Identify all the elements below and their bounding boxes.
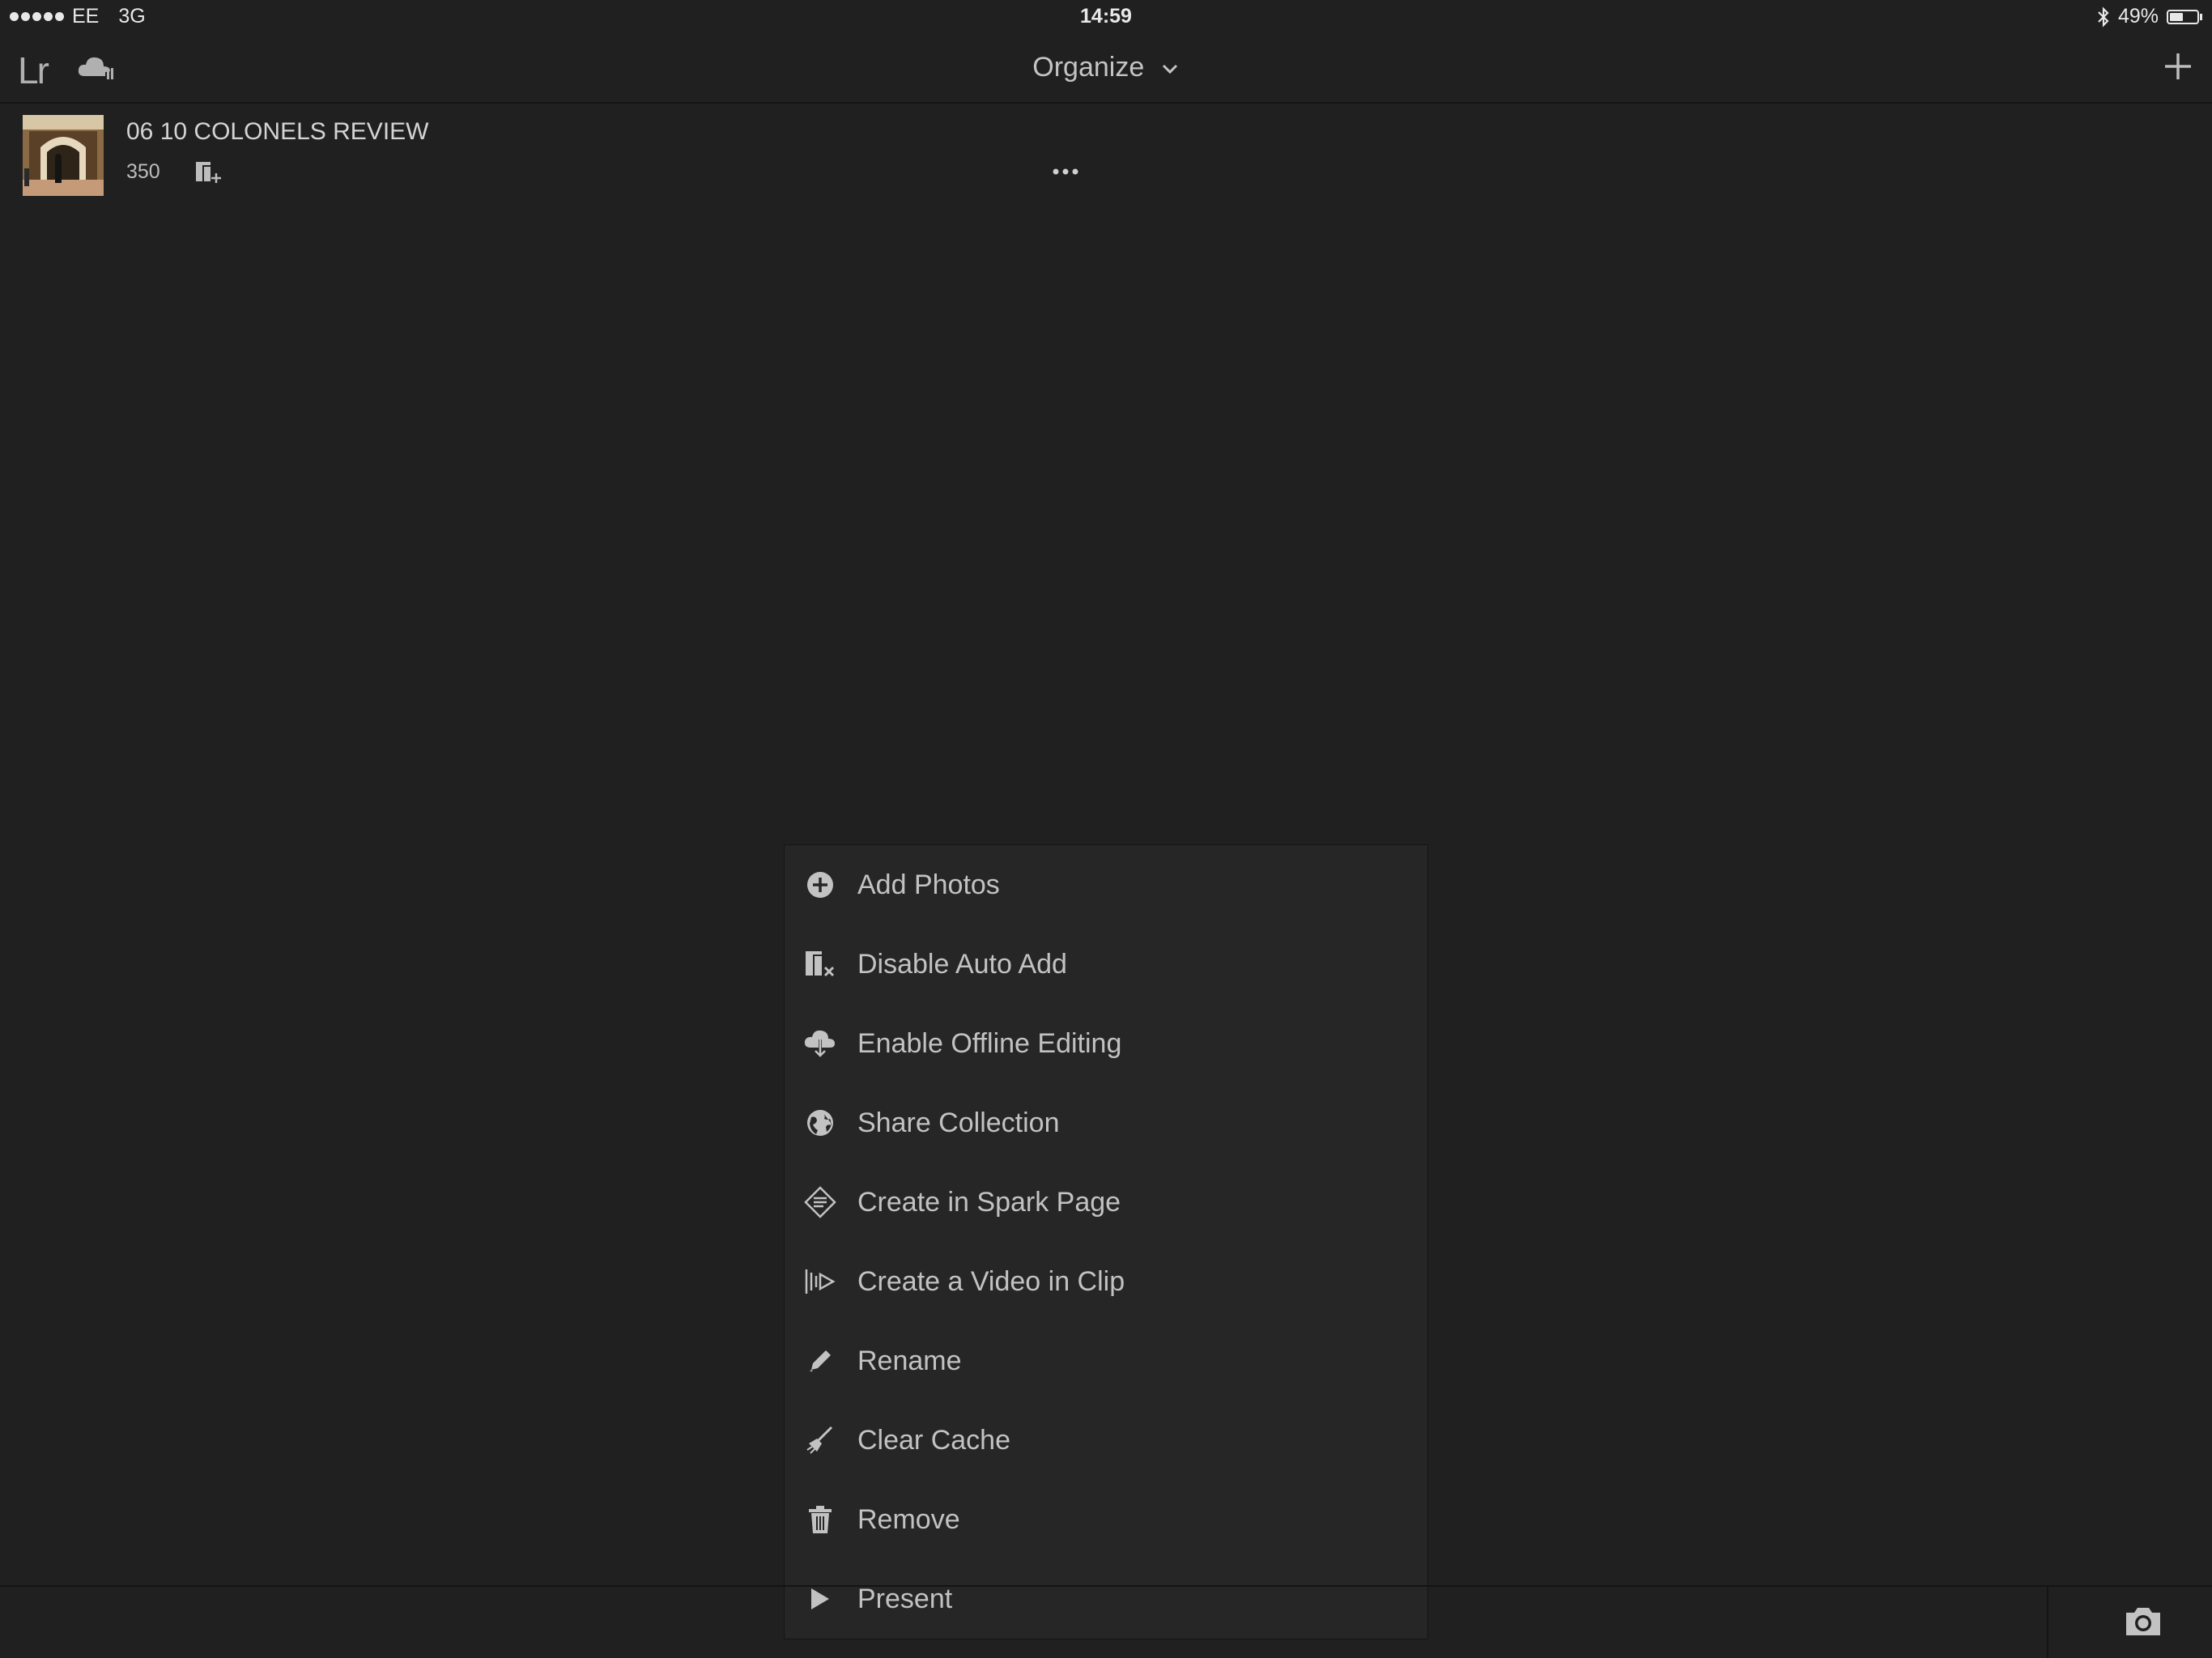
trash-icon: [804, 1503, 836, 1536]
menu-item-share-collection[interactable]: Share Collection: [785, 1083, 1427, 1163]
menu-item-create-video-clip[interactable]: Create a Video in Clip: [785, 1242, 1427, 1321]
collection-row[interactable]: 06 10 COLONELS REVIEW 350: [0, 104, 2212, 201]
pencil-icon: [804, 1345, 836, 1377]
status-bar: EE 3G 14:59 49%: [0, 0, 2212, 32]
bluetooth-icon: [2098, 6, 2109, 28]
battery-percent: 49%: [2117, 5, 2159, 28]
menu-item-disable-auto-add[interactable]: Disable Auto Add: [785, 925, 1427, 1004]
collection-context-menu: Add Photos Disable Auto Add Enable Offli…: [784, 844, 1428, 1639]
top-bar: Lr Organize: [0, 32, 2212, 104]
clip-video-icon: [804, 1265, 836, 1298]
menu-item-label: Share Collection: [857, 1107, 1060, 1138]
plus-icon[interactable]: [2162, 50, 2194, 83]
broom-icon: [804, 1424, 836, 1456]
collection-photo-count: 350: [126, 160, 160, 183]
spark-page-icon: [804, 1186, 836, 1218]
view-title: Organize: [1032, 52, 1145, 83]
battery-icon: [2167, 9, 2202, 24]
toolbar-divider: [2047, 1587, 2048, 1658]
disable-auto-add-icon: [804, 948, 836, 980]
menu-item-enable-offline-editing[interactable]: Enable Offline Editing: [785, 1004, 1427, 1083]
collection-name[interactable]: 06 10 COLONELS REVIEW: [126, 118, 428, 146]
status-time: 14:59: [1080, 5, 1132, 28]
menu-item-label: Rename: [857, 1345, 962, 1376]
chevron-down-icon: [1162, 64, 1177, 74]
add-circle-icon: [804, 869, 836, 901]
globe-icon: [804, 1107, 836, 1139]
menu-item-label: Clear Cache: [857, 1424, 1010, 1456]
app-screen: EE 3G 14:59 49% Lr Organize 06 10 COLONE…: [0, 0, 2212, 1658]
view-switcher[interactable]: Organize: [0, 52, 2212, 83]
menu-item-label: Disable Auto Add: [857, 948, 1067, 980]
menu-item-label: Create in Spark Page: [857, 1186, 1121, 1218]
menu-item-label: Create a Video in Clip: [857, 1265, 1125, 1297]
menu-item-remove[interactable]: Remove: [785, 1480, 1427, 1559]
menu-item-label: Add Photos: [857, 869, 1000, 900]
cloud-download-icon: [804, 1027, 836, 1060]
menu-item-create-spark-page[interactable]: Create in Spark Page: [785, 1163, 1427, 1242]
status-right: 49%: [2097, 5, 2202, 28]
menu-item-label: Enable Offline Editing: [857, 1027, 1122, 1059]
camera-icon[interactable]: [2123, 1605, 2163, 1639]
bottom-toolbar: [0, 1585, 2212, 1658]
collection-thumbnail[interactable]: [23, 115, 104, 196]
menu-item-rename[interactable]: Rename: [785, 1321, 1427, 1401]
menu-item-add-photos[interactable]: Add Photos: [785, 845, 1427, 925]
auto-add-icon: [196, 162, 221, 183]
menu-item-clear-cache[interactable]: Clear Cache: [785, 1401, 1427, 1480]
menu-item-label: Remove: [857, 1503, 960, 1535]
more-options-icon[interactable]: [1049, 162, 1082, 181]
